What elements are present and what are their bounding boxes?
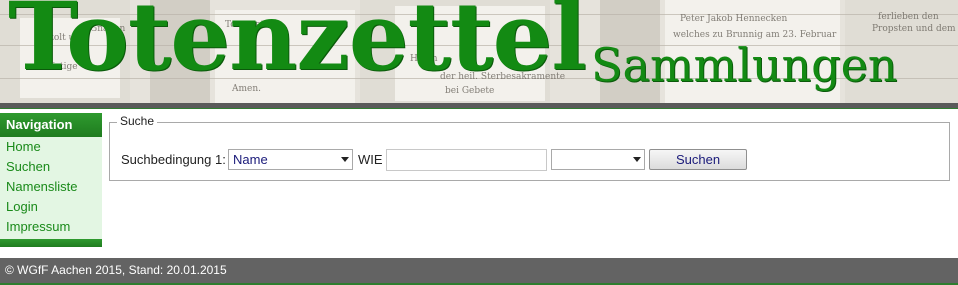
site-title: Totenzettel xyxy=(8,0,587,92)
search-field-value: Name xyxy=(233,152,268,167)
scan-fragment: ferlieben den xyxy=(878,12,939,22)
sidebar-navigation: Navigation Home Suchen Namensliste Login… xyxy=(0,113,102,247)
footer-text: © WGfF Aachen 2015, Stand: 20.01.2015 xyxy=(5,263,227,277)
header-divider xyxy=(0,103,958,109)
nav-item-impressum[interactable]: Impressum xyxy=(0,217,102,237)
nav-item-namensliste[interactable]: Namensliste xyxy=(0,177,102,197)
chevron-down-icon xyxy=(633,157,641,162)
nav-item-suchen[interactable]: Suchen xyxy=(0,157,102,177)
search-button[interactable]: Suchen xyxy=(649,149,747,170)
nav-item-home[interactable]: Home xyxy=(0,137,102,157)
header-banner: Peter Jakob Hennecken ferlieben den Prop… xyxy=(0,0,958,103)
search-input[interactable] xyxy=(386,149,547,171)
scan-fragment: Peter Jakob Hennecken xyxy=(680,14,788,24)
nav-heading: Navigation xyxy=(0,113,102,137)
search-operator-select[interactable] xyxy=(551,149,645,170)
nav-item-login[interactable]: Login xyxy=(0,197,102,217)
search-legend: Suche xyxy=(117,114,158,128)
search-condition-label: Suchbedingung 1: xyxy=(121,152,226,167)
page-footer: © WGfF Aachen 2015, Stand: 20.01.2015 xyxy=(0,258,958,285)
scan-fragment: Propsten und dem xyxy=(872,24,956,34)
search-field-select[interactable]: Name xyxy=(228,149,353,170)
wie-label: WIE xyxy=(358,152,383,167)
chevron-down-icon xyxy=(341,157,349,162)
site-subtitle: Sammlungen xyxy=(591,38,898,92)
nav-footer-bar xyxy=(0,239,102,247)
